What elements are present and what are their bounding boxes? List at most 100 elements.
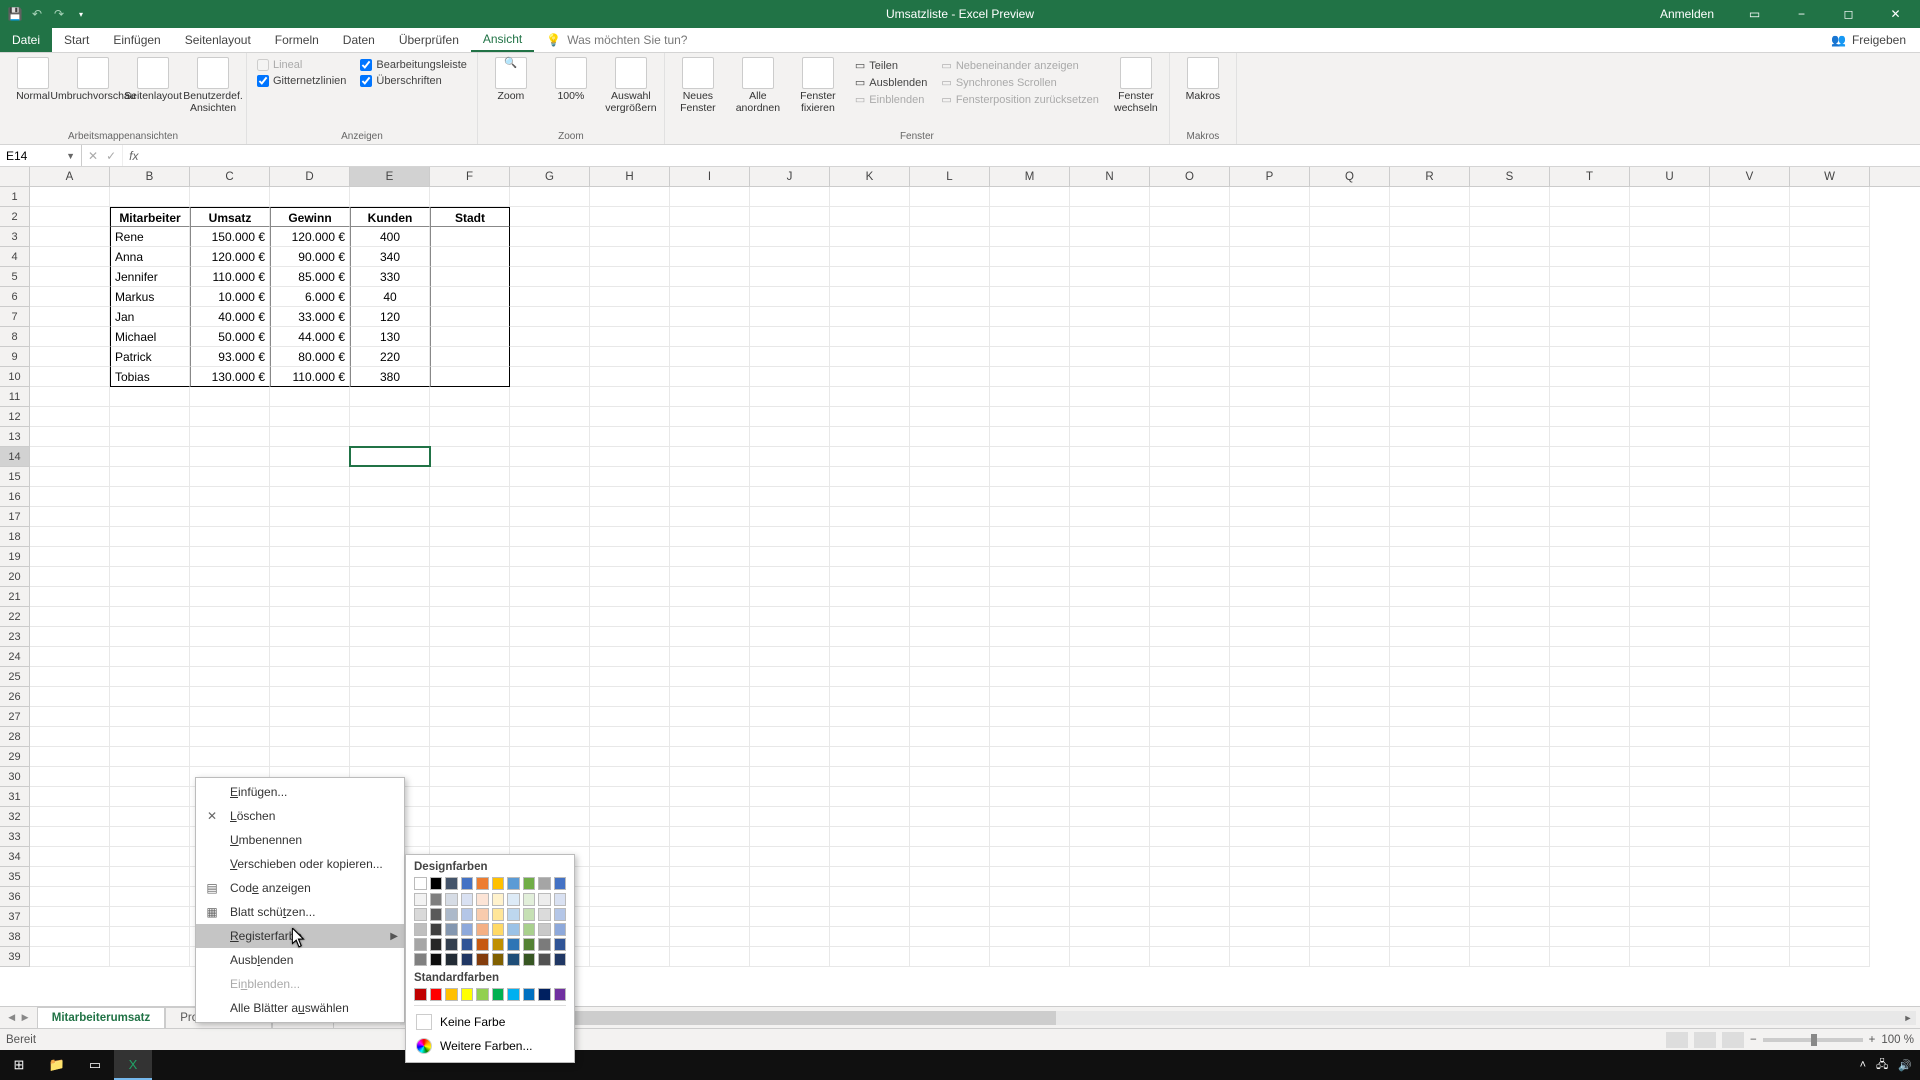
color-swatch[interactable] xyxy=(492,953,505,966)
cell[interactable]: 80.000 € xyxy=(270,347,350,367)
cell[interactable] xyxy=(190,467,270,487)
cell[interactable] xyxy=(30,467,110,487)
cell[interactable] xyxy=(1230,887,1310,907)
cell[interactable] xyxy=(910,227,990,247)
cell[interactable] xyxy=(1070,447,1150,467)
cell[interactable] xyxy=(350,467,430,487)
cell[interactable] xyxy=(1070,687,1150,707)
cell[interactable] xyxy=(990,767,1070,787)
cell[interactable] xyxy=(590,287,670,307)
color-swatch[interactable] xyxy=(538,908,551,921)
cell[interactable] xyxy=(190,667,270,687)
cell[interactable] xyxy=(270,407,350,427)
cell[interactable] xyxy=(830,847,910,867)
cell[interactable] xyxy=(1070,867,1150,887)
cell[interactable] xyxy=(1070,807,1150,827)
cell[interactable] xyxy=(1790,567,1870,587)
cell[interactable] xyxy=(1310,867,1390,887)
color-swatch[interactable] xyxy=(523,938,536,951)
cell[interactable] xyxy=(1070,367,1150,387)
cell[interactable]: Patrick xyxy=(110,347,190,367)
cell[interactable] xyxy=(110,187,190,207)
cell[interactable] xyxy=(510,747,590,767)
color-swatch[interactable] xyxy=(492,988,505,1001)
cell[interactable] xyxy=(1150,447,1230,467)
cell[interactable] xyxy=(670,227,750,247)
cell[interactable] xyxy=(270,547,350,567)
cell[interactable] xyxy=(1310,747,1390,767)
cell[interactable] xyxy=(590,667,670,687)
cell[interactable] xyxy=(1150,807,1230,827)
cell[interactable] xyxy=(990,547,1070,567)
cell[interactable] xyxy=(30,287,110,307)
cell[interactable] xyxy=(1230,647,1310,667)
cell[interactable] xyxy=(1630,187,1710,207)
zoom-level[interactable]: 100 % xyxy=(1881,1034,1914,1046)
cell[interactable] xyxy=(830,687,910,707)
ribbon-options-icon[interactable]: ▭ xyxy=(1732,0,1777,28)
cell[interactable] xyxy=(1710,467,1790,487)
cell[interactable] xyxy=(670,667,750,687)
cell[interactable] xyxy=(1710,507,1790,527)
cell[interactable] xyxy=(1230,567,1310,587)
cell[interactable] xyxy=(1790,747,1870,767)
color-swatch[interactable] xyxy=(445,988,458,1001)
cell[interactable] xyxy=(990,527,1070,547)
cell[interactable] xyxy=(1630,827,1710,847)
cell[interactable] xyxy=(110,627,190,647)
cell[interactable]: Stadt xyxy=(430,207,510,227)
cell[interactable] xyxy=(1230,787,1310,807)
cell[interactable] xyxy=(1710,707,1790,727)
cell[interactable] xyxy=(1310,487,1390,507)
cell[interactable] xyxy=(1790,647,1870,667)
cell[interactable] xyxy=(1150,727,1230,747)
cell[interactable]: 33.000 € xyxy=(270,307,350,327)
row-header[interactable]: 36 xyxy=(0,887,30,907)
cell[interactable] xyxy=(1070,587,1150,607)
row-header[interactable]: 30 xyxy=(0,767,30,787)
cell[interactable] xyxy=(750,627,830,647)
view-custom-button[interactable]: Benutzerdef. Ansichten xyxy=(184,55,242,116)
cell[interactable]: 50.000 € xyxy=(190,327,270,347)
cell[interactable] xyxy=(1390,367,1470,387)
cell[interactable] xyxy=(750,667,830,687)
cell[interactable] xyxy=(1630,467,1710,487)
cell[interactable] xyxy=(1310,547,1390,567)
cell[interactable] xyxy=(110,527,190,547)
cell[interactable] xyxy=(270,587,350,607)
cell[interactable] xyxy=(1710,907,1790,927)
cell[interactable] xyxy=(110,847,190,867)
cell[interactable] xyxy=(1070,647,1150,667)
new-window-button[interactable]: Neues Fenster xyxy=(669,55,727,116)
cell[interactable] xyxy=(110,787,190,807)
cell[interactable] xyxy=(1390,867,1470,887)
cell[interactable] xyxy=(510,287,590,307)
cell[interactable] xyxy=(910,527,990,547)
cell[interactable] xyxy=(1790,607,1870,627)
cell[interactable] xyxy=(590,647,670,667)
cell[interactable] xyxy=(1070,227,1150,247)
cell[interactable] xyxy=(270,387,350,407)
cell[interactable] xyxy=(990,287,1070,307)
cell[interactable]: 44.000 € xyxy=(270,327,350,347)
cell[interactable] xyxy=(590,227,670,247)
cell[interactable] xyxy=(1630,747,1710,767)
cell[interactable] xyxy=(1070,407,1150,427)
cell[interactable] xyxy=(1470,327,1550,347)
color-swatch[interactable] xyxy=(538,923,551,936)
cell[interactable] xyxy=(430,747,510,767)
chevron-down-icon[interactable]: ▼ xyxy=(66,151,75,161)
cell[interactable] xyxy=(1310,507,1390,527)
cell[interactable] xyxy=(1790,787,1870,807)
cell[interactable] xyxy=(670,507,750,527)
cell[interactable] xyxy=(1550,687,1630,707)
cell[interactable] xyxy=(1470,487,1550,507)
cell[interactable] xyxy=(990,607,1070,627)
cell[interactable] xyxy=(190,747,270,767)
cell[interactable] xyxy=(1710,527,1790,547)
cell[interactable]: 380 xyxy=(350,367,430,387)
cell[interactable] xyxy=(670,867,750,887)
cell[interactable] xyxy=(110,927,190,947)
cell[interactable] xyxy=(110,647,190,667)
col-header-G[interactable]: G xyxy=(510,167,590,186)
